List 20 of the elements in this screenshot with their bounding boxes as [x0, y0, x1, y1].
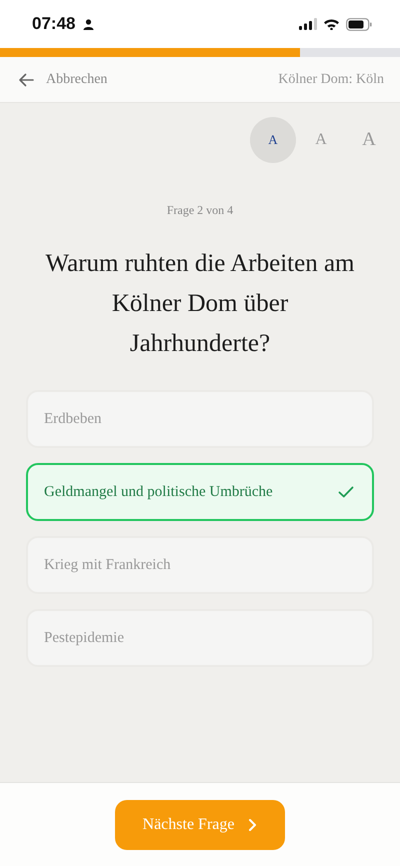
- person-icon: [83, 18, 94, 30]
- battery-icon: [346, 18, 372, 30]
- signal-icon: [299, 18, 317, 30]
- font-size-button[interactable]: A: [346, 117, 392, 163]
- back-arrow-icon: [18, 72, 34, 86]
- answer-option[interactable]: Geldmangel und politische Umbrüche: [26, 463, 374, 521]
- next-question-button[interactable]: Nächste Frage: [115, 800, 285, 850]
- chevron-right-icon: [248, 818, 258, 832]
- font-size-button[interactable]: A: [298, 117, 344, 163]
- answer-option[interactable]: Krieg mit Frankreich: [26, 536, 374, 594]
- font-size-button[interactable]: A: [250, 117, 296, 163]
- cancel-button[interactable]: Abbrechen: [18, 72, 108, 88]
- answer-option[interactable]: Erdbeben: [26, 390, 374, 448]
- wifi-icon: [323, 18, 340, 30]
- quiz-title: Kölner Dom: Köln: [278, 72, 384, 88]
- answer-option[interactable]: Pestepidemie: [26, 609, 374, 667]
- question-text: Warum ruhten die Arbeiten am Kölner Dom über Jahrhunderte?: [44, 249, 356, 359]
- status-time: 07:48: [32, 14, 76, 34]
- check-icon: [338, 486, 354, 498]
- question-counter: Frage 2 von 4: [166, 203, 234, 218]
